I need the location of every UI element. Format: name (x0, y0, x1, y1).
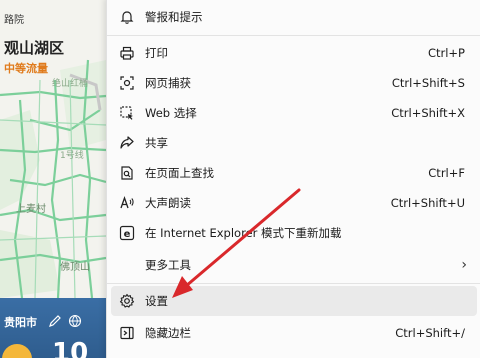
find-icon (119, 165, 135, 181)
menu-item-label: 大声朗读 (145, 196, 191, 210)
district-title: 观山湖区 (4, 39, 65, 57)
shortcut-text: Ctrl+Shift+U (390, 196, 465, 210)
menu-item-find[interactable]: 在页面上查找 Ctrl+F (111, 158, 477, 188)
ie-icon: e (119, 225, 135, 241)
bell-icon (119, 9, 135, 25)
menu-item-label: 打印 (145, 46, 168, 60)
menu-item-web-capture[interactable]: 网页捕获 Ctrl+Shift+S (111, 68, 477, 98)
read-aloud-icon (119, 195, 135, 211)
menu-item-settings[interactable]: 设置 (111, 286, 477, 316)
printer-icon (119, 45, 135, 61)
district-label-small: 路院 (4, 15, 24, 26)
menu-item-more-tools[interactable]: 更多工具 › (111, 250, 477, 280)
browser-settings-menu: 警报和提示 打印 Ctrl+P 网页捕获 Ctrl+Shift+S Web 选择… (106, 0, 480, 358)
menu-item-label: Web 选择 (145, 106, 197, 120)
weather-city: 贵阳市 (4, 316, 37, 329)
menu-item-label: 警报和提示 (145, 10, 203, 24)
web-select-icon (119, 105, 135, 121)
sun-icon (2, 344, 32, 358)
menu-item-hide-sidebar[interactable]: 隐藏边栏 Ctrl+Shift+/ (111, 318, 477, 348)
map-place-label: 绝山红桶 (52, 79, 89, 89)
shortcut-text: Ctrl+Shift+S (391, 76, 465, 90)
map-place-label: 1号线 (60, 151, 84, 161)
globe-icon[interactable] (68, 314, 82, 328)
gear-icon (119, 293, 135, 309)
menu-item-label: 在 Internet Explorer 模式下重新加载 (145, 226, 342, 240)
share-icon (119, 135, 135, 151)
menu-divider (107, 283, 480, 284)
menu-item-ie-mode[interactable]: e 在 Internet Explorer 模式下重新加载 (111, 218, 477, 248)
menu-item-label: 共享 (145, 136, 168, 150)
menu-divider (107, 35, 480, 36)
weather-widget[interactable]: 贵阳市 10 (0, 298, 106, 358)
menu-item-share[interactable]: 共享 (111, 128, 477, 158)
menu-item-read-aloud[interactable]: 大声朗读 Ctrl+Shift+U (111, 188, 477, 218)
map-place-label: 佛顶山 (60, 262, 90, 273)
menu-item-label: 在页面上查找 (145, 166, 214, 180)
shortcut-text: Ctrl+P (427, 46, 465, 60)
menu-item-alerts[interactable]: 警报和提示 (111, 2, 477, 32)
traffic-status: 中等流量 (4, 62, 48, 75)
shortcut-text: Ctrl+F (428, 166, 465, 180)
menu-item-label: 更多工具 (145, 258, 191, 272)
map-place-label: 上麦村 (16, 204, 46, 215)
chevron-right-icon: › (461, 257, 467, 273)
menu-item-label: 隐藏边栏 (145, 326, 191, 340)
shortcut-text: Ctrl+Shift+/ (395, 326, 465, 340)
web-capture-icon (119, 75, 135, 91)
menu-item-web-select[interactable]: Web 选择 Ctrl+Shift+X (111, 98, 477, 128)
menu-item-print[interactable]: 打印 Ctrl+P (111, 38, 477, 68)
temperature: 10 (52, 338, 89, 358)
svg-text:e: e (124, 229, 131, 240)
edit-icon[interactable] (48, 314, 62, 328)
menu-item-label: 设置 (145, 294, 168, 308)
shortcut-text: Ctrl+Shift+X (391, 106, 465, 120)
map-widget[interactable]: 路院 观山湖区 中等流量 绝山红桶 1号线 上麦村 佛顶山 (0, 0, 106, 298)
menu-item-label: 网页捕获 (145, 76, 191, 90)
sidebar-icon (119, 325, 135, 341)
